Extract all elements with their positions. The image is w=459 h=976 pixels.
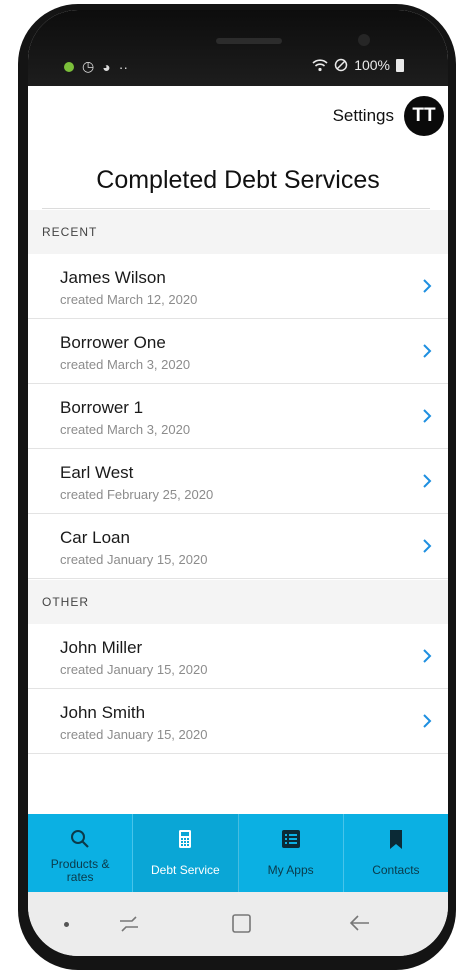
page-title: Completed Debt Services [96,166,380,194]
item-created-date: created February 25, 2020 [60,487,214,502]
item-name: John Smith [60,703,146,722]
item-created-date: created January 15, 2020 [60,552,208,567]
bottom-tab-bar: Products & rates Debt Service My Apps Co… [28,814,448,892]
chevron-right-icon [423,344,432,358]
list-item[interactable]: Car Loan created January 15, 2020 [28,514,448,579]
back-icon[interactable] [348,911,372,935]
divider [42,208,430,209]
phone-frame: ◷ ◕ ·· 100% Settings TT Completed Debt S… [18,4,456,970]
chevron-right-icon [423,279,432,293]
tab-label: Products & rates [50,857,110,884]
tab-label: Debt Service [151,863,220,877]
section-header-recent: RECENT [28,210,448,254]
list-item[interactable]: John Smith created January 15, 2020 [28,689,448,754]
wifi-icon [312,58,328,71]
tab-debt-service[interactable]: Debt Service [133,814,239,892]
battery-percent: 100% [354,57,390,73]
search-icon [71,830,89,848]
item-created-date: created January 15, 2020 [60,727,208,742]
do-not-disturb-icon [334,58,348,72]
status-right-icons: 100% [312,57,404,73]
screen: ◷ ◕ ·· 100% Settings TT Completed Debt S… [28,10,448,956]
nav-dot-indicator [64,922,69,927]
settings-link[interactable]: Settings [333,106,394,126]
speaker-grille [216,38,282,44]
item-created-date: created March 12, 2020 [60,292,198,307]
item-name: John Miller [60,638,143,657]
status-left-icons: ◷ ◕ ·· [64,58,128,75]
chevron-right-icon [423,539,432,553]
list-item[interactable]: Earl West created February 25, 2020 [28,449,448,514]
front-camera [358,34,370,46]
avatar[interactable]: TT [404,96,444,136]
item-created-date: created January 15, 2020 [60,662,208,677]
item-name: Borrower 1 [60,398,144,417]
item-name: James Wilson [60,268,166,287]
list-item[interactable]: James Wilson created March 12, 2020 [28,254,448,319]
sync-icon: ◕ [102,58,111,75]
list-icon [281,830,300,848]
chevron-right-icon [423,474,432,488]
system-nav-bar [28,892,448,956]
tab-products-rates[interactable]: Products & rates [28,814,134,892]
tab-label: Contacts [372,863,420,877]
home-icon[interactable] [231,911,253,935]
section-header-other: OTHER [28,580,448,624]
tab-contacts[interactable]: Contacts [344,814,448,892]
header-actions: Settings TT [333,94,448,138]
status-bar: ◷ ◕ ·· 100% [28,10,448,86]
tab-my-apps[interactable]: My Apps [239,814,344,892]
list-item[interactable]: Borrower 1 created March 3, 2020 [28,384,448,449]
android-icon [64,61,74,72]
alarm-icon: ◷ [82,58,95,74]
item-created-date: created March 3, 2020 [60,422,191,437]
chevron-right-icon [423,714,432,728]
status-dots: ·· [118,58,129,75]
avatar-initials: TT [412,105,436,126]
tab-label: My Apps [267,863,314,877]
app-content: Settings TT Completed Debt Services RECE… [28,86,448,814]
item-name: Borrower One [60,333,166,352]
recent-apps-icon[interactable] [116,911,142,935]
item-created-date: created March 3, 2020 [60,357,191,372]
bookmark-icon [389,830,402,849]
item-name: Earl West [60,463,134,482]
battery-icon [396,58,404,72]
chevron-right-icon [423,649,432,663]
chevron-right-icon [423,409,432,423]
list-item[interactable]: Borrower One created March 3, 2020 [28,319,448,384]
calculator-icon [179,830,192,848]
list-item[interactable]: John Miller created January 15, 2020 [28,624,448,689]
item-name: Car Loan [60,528,130,547]
